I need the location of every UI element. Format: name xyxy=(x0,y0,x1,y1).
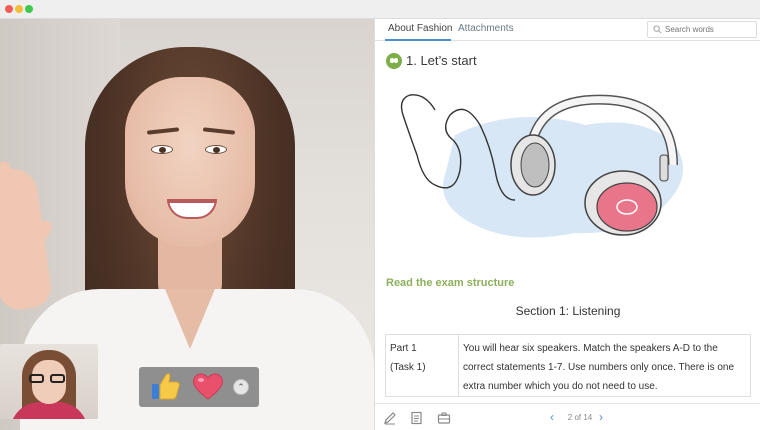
maximize-window-button[interactable] xyxy=(25,5,33,13)
instruction-heading: Read the exam structure xyxy=(386,277,515,289)
page-indicator: 2 of 14 xyxy=(567,413,593,422)
part-label: Part 1 xyxy=(390,343,417,354)
tab-about-fashion[interactable]: About Fashion xyxy=(388,23,453,34)
search-input[interactable] xyxy=(665,23,753,36)
window-titlebar xyxy=(0,0,760,19)
subsection-title: Section 1: Listening xyxy=(515,304,621,318)
lesson-panel: About Fashion Attachments 1. Let’s start… xyxy=(374,19,760,430)
reactions-bar: ⌃ xyxy=(139,367,259,407)
pencil-icon[interactable] xyxy=(383,411,397,425)
page-navigator: ‹ 2 of 14 › xyxy=(547,411,617,425)
headphones-badge-icon xyxy=(386,53,402,69)
heart-icon[interactable] xyxy=(191,371,225,401)
task-label: (Task 1) xyxy=(390,362,426,373)
exam-structure-table: Part 1 (Task 1) You will hear six speake… xyxy=(385,334,751,397)
notes-icon[interactable] xyxy=(409,411,423,425)
briefcase-icon[interactable] xyxy=(437,411,451,425)
tab-bar: About Fashion Attachments xyxy=(375,19,760,41)
close-window-button[interactable] xyxy=(5,5,13,13)
previous-page-button[interactable]: ‹ xyxy=(550,411,554,424)
active-tab-indicator xyxy=(385,39,451,41)
glasses xyxy=(29,374,69,383)
self-view-video[interactable] xyxy=(0,344,98,419)
more-reactions-button[interactable]: ⌃ xyxy=(233,379,249,395)
teacher-face xyxy=(125,77,255,247)
tab-attachments[interactable]: Attachments xyxy=(458,23,514,34)
next-page-button[interactable]: › xyxy=(599,411,603,424)
table-row: Part 1 (Task 1) You will hear six speake… xyxy=(385,334,751,397)
search-icon xyxy=(653,25,662,34)
part-cell: Part 1 (Task 1) xyxy=(385,334,459,397)
search-box[interactable] xyxy=(647,21,757,38)
teacher-video: ⌃ xyxy=(0,19,374,430)
headphones-illustration xyxy=(400,94,683,238)
description-cell: You will hear six speakers. Match the sp… xyxy=(458,334,751,397)
thumbs-up-icon[interactable] xyxy=(149,371,181,401)
bottom-toolbar: ‹ 2 of 14 › xyxy=(375,403,760,430)
section-title: 1. Let’s start xyxy=(406,53,477,68)
minimize-window-button[interactable] xyxy=(15,5,23,13)
